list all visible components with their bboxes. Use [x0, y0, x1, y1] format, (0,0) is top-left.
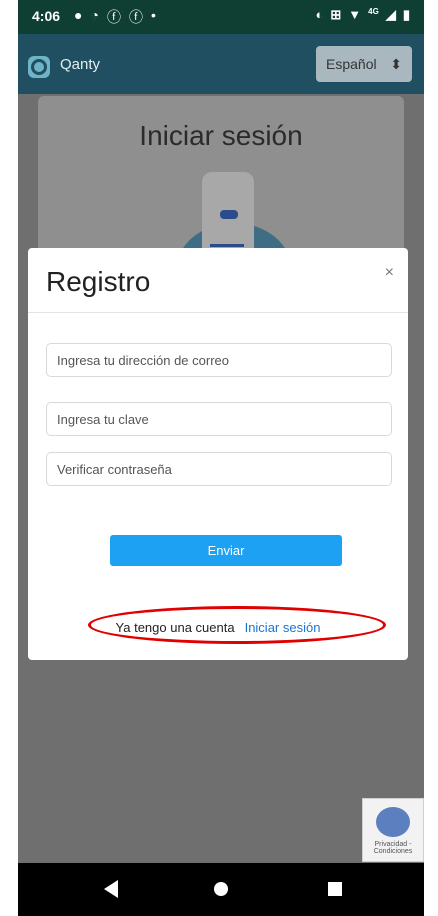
facebook-icon-2: ⓕ — [128, 9, 143, 25]
select-arrows-icon: ⬍ — [390, 55, 402, 72]
qanty-logo-icon — [28, 56, 50, 78]
facebook-icon: ⓕ — [106, 9, 121, 25]
recaptcha-badge[interactable]: Privacidad - Condiciones — [362, 798, 424, 862]
language-select[interactable]: Español ⬍ — [316, 46, 412, 82]
login-prompt: Ya tengo una cuenta Iniciar sesión — [28, 620, 408, 635]
email-field[interactable]: Ingresa tu dirección de correo — [46, 343, 392, 377]
chat-bubble-icon: ● — [74, 7, 83, 23]
status-right-icons: ◐ ⊞ ▼ 4G ◢ ▮ — [316, 7, 410, 23]
recent-apps-icon[interactable] — [328, 882, 342, 896]
signal-icon: ◢ — [385, 7, 396, 22]
status-left-icons: ● ◔ ⓕ ⓕ • — [74, 7, 156, 27]
back-icon[interactable] — [104, 880, 118, 898]
login-title: Iniciar sesión — [139, 120, 303, 151]
battery-icon: ▮ — [402, 7, 410, 22]
modal-title: Registro — [46, 266, 151, 297]
status-time: 4:06 — [32, 8, 61, 24]
language-value: Español — [326, 56, 377, 72]
whatsapp-icon: ◔ — [90, 7, 99, 23]
recaptcha-icon — [376, 807, 410, 837]
vibration-icon: ◐ — [315, 7, 324, 22]
login-link[interactable]: Iniciar sesión — [245, 620, 321, 635]
home-icon[interactable] — [214, 882, 228, 896]
android-nav-bar — [18, 863, 424, 916]
submit-button[interactable]: Enviar — [110, 535, 342, 566]
phone-screen: 4:06 ● ◔ ⓕ ⓕ • ◐ ⊞ ▼ 4G ◢ ▮ Qanty Españo… — [18, 0, 424, 916]
recaptcha-text: Privacidad - Condiciones — [373, 841, 413, 855]
network-label: 4G — [368, 7, 379, 16]
status-bar: 4:06 ● ◔ ⓕ ⓕ • ◐ ⊞ ▼ 4G ◢ ▮ — [18, 0, 424, 34]
password-placeholder: Ingresa tu clave — [57, 411, 149, 427]
app-header: Qanty Español ⬍ — [18, 34, 424, 94]
email-placeholder: Ingresa tu dirección de correo — [57, 352, 229, 368]
wifi-icon: ▼ — [348, 7, 362, 22]
modal-header: Registro × — [28, 248, 408, 313]
close-icon[interactable]: × — [385, 264, 394, 282]
confirm-placeholder: Verificar contraseña — [57, 461, 172, 477]
volte-icon: ⊞ — [330, 7, 342, 22]
dot-icon: • — [150, 7, 156, 23]
app-title: Qanty — [60, 56, 101, 73]
password-field[interactable]: Ingresa tu clave — [46, 402, 392, 436]
confirm-password-field[interactable]: Verificar contraseña — [46, 452, 392, 486]
register-modal: Registro × Ingresa tu dirección de corre… — [28, 248, 408, 660]
have-account-text: Ya tengo una cuenta — [115, 620, 235, 635]
